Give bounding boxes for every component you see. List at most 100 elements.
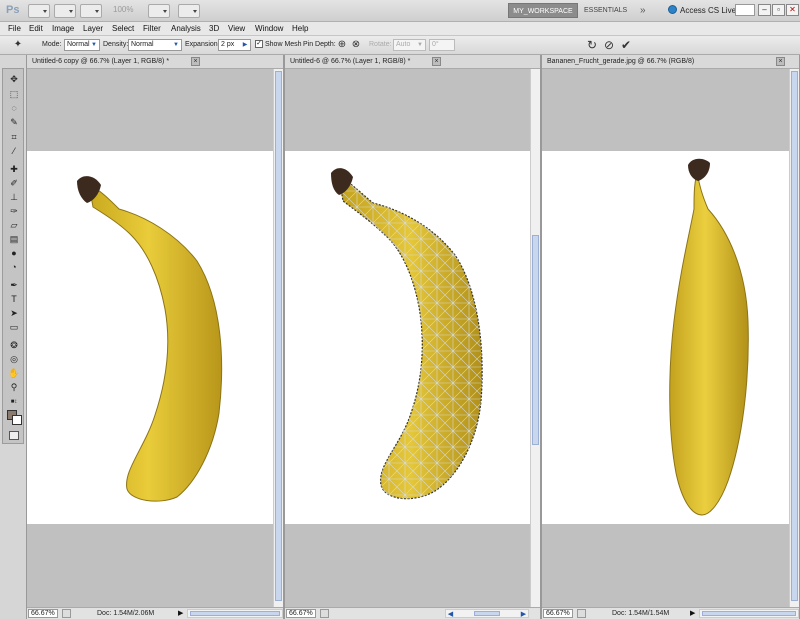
status-icon[interactable] [62, 609, 71, 618]
access-cs-live-label: Access CS Live [680, 6, 737, 15]
close-icon[interactable]: × [776, 57, 785, 66]
restore-button[interactable]: ▫ [772, 4, 785, 16]
menu-view[interactable]: View [228, 23, 245, 35]
essentials-workspace[interactable]: ESSENTIALS [584, 3, 627, 18]
minibridge-button[interactable] [54, 4, 76, 18]
density-select[interactable]: Normal ▼ [128, 39, 182, 51]
access-cs-live[interactable]: Access CS Live [668, 3, 736, 18]
menu-select[interactable]: Select [112, 23, 134, 35]
show-mesh-label: Show Mesh [265, 41, 302, 48]
eraser-tool-icon[interactable]: ▱ [7, 219, 21, 231]
background-color-swatch[interactable] [12, 415, 22, 425]
menu-filter[interactable]: Filter [143, 23, 161, 35]
canvas-area[interactable] [542, 69, 791, 607]
vertical-scrollbar[interactable] [530, 69, 540, 607]
cancel-icon[interactable]: ⊘ [602, 38, 616, 52]
type-tool-icon[interactable]: T [7, 293, 21, 305]
zoom-field[interactable]: 66.67% [543, 609, 573, 618]
default-colors-icon[interactable]: ■↕ [7, 396, 21, 408]
screen-mode-button[interactable] [178, 4, 200, 18]
zoom-tool-icon[interactable]: ⚲ [7, 381, 21, 393]
zoom-field[interactable]: 66.67% [28, 609, 58, 618]
scroll-right-icon[interactable]: ▶ [519, 610, 528, 619]
vertical-scrollbar[interactable] [273, 69, 283, 607]
document-title: Untitled-6 @ 66.7% (Layer 1, RGB/8) * [290, 58, 411, 65]
3d-orbit-tool-icon[interactable]: ◎ [7, 353, 21, 365]
gradient-tool-icon[interactable]: ▤ [7, 233, 21, 245]
arrange-documents-button[interactable] [148, 4, 170, 18]
more-workspaces-icon[interactable]: » [640, 3, 646, 18]
path-selection-tool-icon[interactable]: ➤ [7, 307, 21, 319]
status-icon[interactable] [320, 609, 329, 618]
rotate-label: Rotate: [369, 41, 392, 48]
menu-help[interactable]: Help [292, 23, 308, 35]
lasso-tool-icon[interactable]: ◌ [7, 102, 21, 114]
workspace-button[interactable]: MY_WORKSPACE [508, 3, 578, 18]
horizontal-scrollbar[interactable] [699, 609, 799, 618]
mode-select[interactable]: Normal ▼ [64, 39, 100, 51]
scroll-thumb[interactable] [791, 71, 798, 601]
healing-brush-tool-icon[interactable]: ✚ [7, 163, 21, 175]
close-icon[interactable]: × [432, 57, 441, 66]
zoom-field[interactable]: 66.67% [286, 609, 316, 618]
view-extras-button[interactable] [80, 4, 102, 18]
minimize-button[interactable]: – [758, 4, 771, 16]
document-tab-2[interactable]: Untitled-6 @ 66.7% (Layer 1, RGB/8) * × [285, 55, 540, 69]
rotate-degrees-input[interactable]: 0° [429, 39, 455, 51]
status-menu-arrow-icon[interactable]: ▶ [690, 609, 695, 618]
canvas[interactable] [542, 151, 791, 524]
hand-tool-icon[interactable]: ✋ [7, 367, 21, 379]
menu-analysis[interactable]: Analysis [171, 23, 201, 35]
status-menu-arrow-icon[interactable]: ▶ [178, 609, 183, 618]
eyedropper-tool-icon[interactable]: ⁄ [7, 145, 21, 157]
menu-edit[interactable]: Edit [29, 23, 43, 35]
show-mesh-checkbox[interactable]: ✓ [255, 40, 263, 48]
horizontal-scrollbar[interactable]: ◀ ▶ [445, 609, 529, 618]
menu-window[interactable]: Window [255, 23, 283, 35]
scroll-thumb[interactable] [275, 71, 282, 601]
vertical-scrollbar[interactable] [789, 69, 799, 607]
scroll-thumb[interactable] [702, 611, 796, 616]
quick-mask-icon[interactable] [9, 431, 19, 440]
move-tool-icon[interactable]: ✥ [7, 73, 21, 85]
zoom-level[interactable]: 100% [113, 5, 133, 14]
menu-3d[interactable]: 3D [209, 23, 219, 35]
3d-rotate-tool-icon[interactable]: ❂ [7, 339, 21, 351]
pin-forward-icon[interactable]: ⊕ [336, 39, 348, 51]
scroll-left-icon[interactable]: ◀ [446, 610, 455, 619]
commit-checkmark-icon[interactable]: ✔ [619, 38, 633, 52]
menu-file[interactable]: File [8, 23, 21, 35]
scroll-thumb[interactable] [474, 611, 500, 616]
remove-all-pins-icon[interactable]: ↻ [585, 38, 599, 52]
close-icon[interactable]: × [191, 57, 200, 66]
rotate-select[interactable]: Auto ▼ [393, 39, 426, 51]
search-field[interactable] [735, 4, 755, 16]
bridge-button[interactable] [28, 4, 50, 18]
quick-selection-tool-icon[interactable]: ✎ [7, 116, 21, 128]
brush-tool-icon[interactable]: ✐ [7, 177, 21, 189]
close-window-button[interactable]: ✕ [786, 4, 799, 16]
crop-tool-icon[interactable]: ⌗ [7, 131, 21, 143]
expansion-input[interactable]: 2 px ▶ [218, 39, 251, 51]
horizontal-scrollbar[interactable] [187, 609, 283, 618]
menu-layer[interactable]: Layer [83, 23, 103, 35]
shape-tool-icon[interactable]: ▭ [7, 321, 21, 333]
clone-stamp-tool-icon[interactable]: ⊥ [7, 191, 21, 203]
menu-image[interactable]: Image [52, 23, 74, 35]
canvas[interactable] [285, 151, 530, 524]
document-tab-1[interactable]: Untitled-6 copy @ 66.7% (Layer 1, RGB/8)… [27, 55, 283, 69]
canvas-area[interactable] [285, 69, 530, 607]
history-brush-tool-icon[interactable]: ✑ [7, 205, 21, 217]
scroll-thumb[interactable] [190, 611, 280, 616]
puppet-warp-tool-icon[interactable]: ✦ [12, 39, 24, 51]
status-icon[interactable] [577, 609, 586, 618]
canvas[interactable] [27, 151, 275, 524]
marquee-tool-icon[interactable]: ⬚ [7, 88, 21, 100]
canvas-area[interactable] [27, 69, 275, 607]
pen-tool-icon[interactable]: ✒ [7, 279, 21, 291]
blur-tool-icon[interactable]: ● [7, 247, 21, 259]
pin-backward-icon[interactable]: ⊗ [350, 39, 362, 51]
dodge-tool-icon[interactable]: ◔ [7, 261, 21, 273]
scroll-thumb[interactable] [532, 235, 539, 445]
document-tab-3[interactable]: Bananen_Frucht_gerade.jpg @ 66.7% (RGB/8… [542, 55, 799, 69]
